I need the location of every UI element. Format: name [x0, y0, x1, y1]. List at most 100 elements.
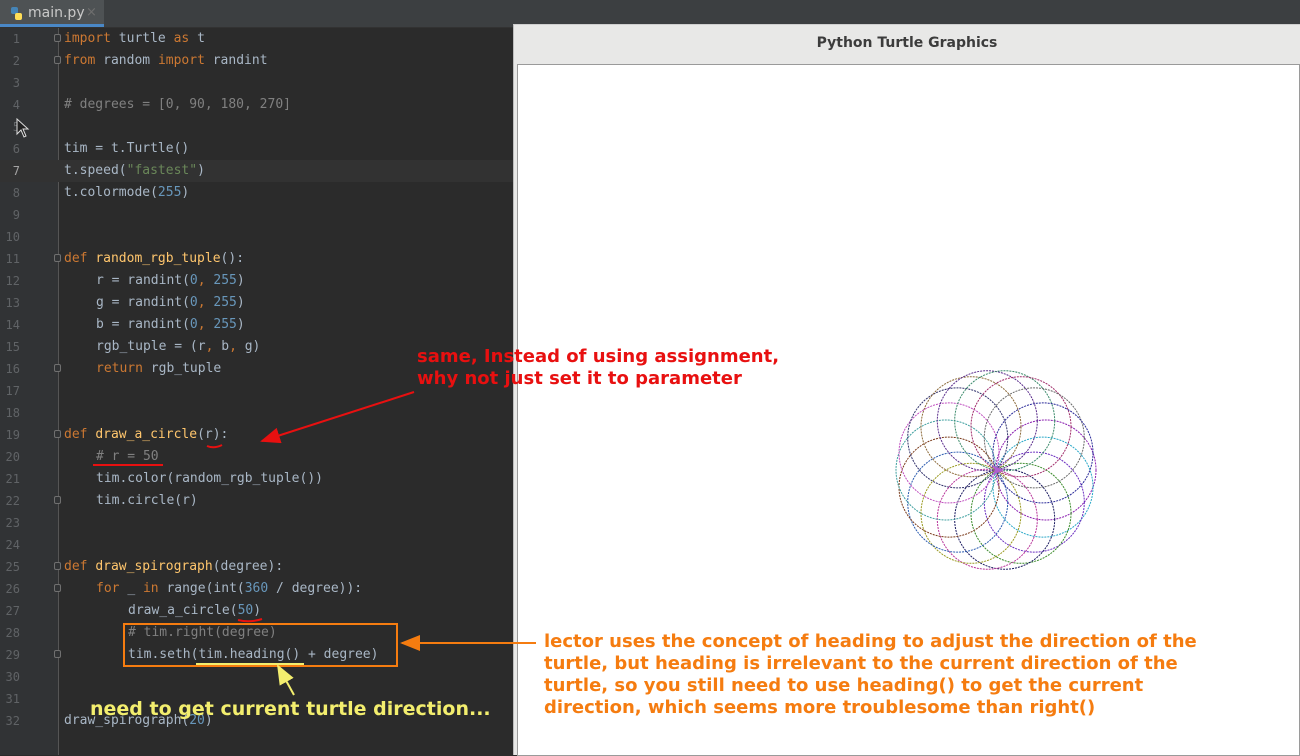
code-line[interactable]: 29 tim.seth(tim.heading() + degree) — [0, 644, 513, 666]
line-number: 3 — [12, 76, 20, 90]
line-number: 18 — [5, 406, 20, 420]
code-token: tim.seth(tim.heading() + degree) — [128, 647, 379, 662]
code-line[interactable]: 30 — [0, 666, 513, 688]
code-text: rgb_tuple = (r, b, g) — [96, 339, 260, 354]
code-token: ) — [236, 317, 245, 332]
code-token: t.colormode( — [64, 185, 158, 200]
line-number: 29 — [5, 648, 20, 662]
code-line[interactable]: 14 b = randint(0, 255) — [0, 314, 513, 336]
code-token: ) — [236, 273, 245, 288]
code-token: (): — [220, 251, 245, 266]
line-number: 2 — [12, 54, 20, 68]
line-number: 31 — [5, 692, 20, 706]
line-number: 23 — [5, 516, 20, 530]
tab-close-icon[interactable]: × — [86, 5, 97, 20]
code-line[interactable]: 13 g = randint(0, 255) — [0, 292, 513, 314]
code-line[interactable]: 18 — [0, 402, 513, 424]
code-token: in — [142, 581, 167, 596]
code-line[interactable]: 1 import turtle as t — [0, 28, 513, 50]
code-token: random — [95, 53, 158, 68]
code-token: 255 — [213, 273, 237, 288]
code-line[interactable]: 4 # degrees = [0, 90, 180, 270] — [0, 94, 513, 116]
fold-marker-icon[interactable] — [54, 254, 61, 262]
annotation-orange-line: lector uses the concept of heading to ad… — [544, 631, 1197, 652]
code-line[interactable]: 8 t.colormode(255) — [0, 182, 513, 204]
code-line[interactable]: 6 tim = t.Turtle() — [0, 138, 513, 160]
code-token: 0 — [189, 295, 198, 310]
code-token: ) — [236, 295, 245, 310]
code-line[interactable]: 22 tim.circle(r) — [0, 490, 513, 512]
code-line[interactable]: 9 — [0, 204, 513, 226]
code-line[interactable]: 21 tim.color(random_rgb_tuple()) — [0, 468, 513, 490]
code-line[interactable]: 26 for _ in range(int(360 / degree)): — [0, 578, 513, 600]
code-token: t — [189, 31, 205, 46]
code-line[interactable]: 10 — [0, 226, 513, 248]
line-number: 14 — [5, 318, 20, 332]
line-number: 6 — [12, 142, 20, 156]
code-token: , — [205, 339, 222, 354]
line-number: 20 — [5, 450, 20, 464]
python-file-icon — [11, 7, 22, 20]
code-token: draw_a_circle — [95, 427, 198, 442]
code-text: # tim.right(degree) — [128, 625, 277, 640]
code-line[interactable]: 11 def random_rgb_tuple(): — [0, 248, 513, 270]
code-token: 255 — [213, 317, 237, 332]
code-token: g) — [244, 339, 261, 354]
fold-marker-icon[interactable] — [54, 650, 61, 658]
code-line[interactable]: 7 t.speed("fastest") — [0, 160, 513, 182]
code-text: tim.circle(r) — [96, 493, 198, 508]
code-token: 50 — [237, 603, 254, 618]
code-token: random_rgb_tuple — [95, 251, 221, 266]
code-line[interactable]: 19 def draw_a_circle(r): — [0, 424, 513, 446]
code-token: as — [173, 31, 190, 46]
line-number: 13 — [5, 296, 20, 310]
fold-marker-icon[interactable] — [54, 562, 61, 570]
code-line[interactable]: 3 — [0, 72, 513, 94]
code-token: ) — [197, 163, 205, 178]
code-text: def draw_a_circle(r): — [64, 427, 228, 442]
code-line[interactable]: 5 — [0, 116, 513, 138]
line-number: 30 — [5, 670, 20, 684]
code-line[interactable]: 20 # r = 50 — [0, 446, 513, 468]
code-text: b = randint(0, 255) — [96, 317, 245, 332]
code-line[interactable]: 28 # tim.right(degree) — [0, 622, 513, 644]
code-token: rgb_tuple = (r — [96, 339, 206, 354]
fold-marker-icon[interactable] — [54, 430, 61, 438]
code-token: # degrees = [0, 90, 180, 270] — [64, 97, 291, 112]
fold-marker-icon[interactable] — [54, 34, 61, 42]
code-token: tim = t.Turtle() — [64, 141, 190, 156]
fold-marker-icon[interactable] — [54, 584, 61, 592]
line-number: 27 — [5, 604, 20, 618]
fold-marker-icon[interactable] — [54, 364, 61, 372]
code-token: range(int( — [166, 581, 245, 596]
code-token: 0 — [189, 317, 198, 332]
code-token: turtle — [110, 31, 174, 46]
code-token: / degree)): — [268, 581, 363, 596]
code-text: import turtle as t — [64, 31, 205, 46]
code-line[interactable]: 12 r = randint(0, 255) — [0, 270, 513, 292]
tab-main-py[interactable]: main.py × — [0, 0, 104, 27]
fold-marker-icon[interactable] — [54, 496, 61, 504]
annotation-orange: lector uses the concept of heading to ad… — [544, 631, 1197, 719]
code-text: return rgb_tuple — [96, 361, 221, 376]
line-number: 10 — [5, 230, 20, 244]
code-line[interactable]: 24 — [0, 534, 513, 556]
code-line[interactable]: 25 def draw_spirograph(degree): — [0, 556, 513, 578]
code-token: randint — [204, 53, 268, 68]
fold-marker-icon[interactable] — [54, 56, 61, 64]
line-number: 32 — [5, 714, 20, 728]
code-line[interactable]: 27 draw_a_circle(50) — [0, 600, 513, 622]
code-token: draw_spirograph — [95, 559, 213, 574]
code-text: def random_rgb_tuple(): — [64, 251, 244, 266]
code-text: # r = 50 — [96, 449, 159, 464]
code-token: tim.circle(r) — [96, 493, 198, 508]
code-line[interactable]: 2 from random import randint — [0, 50, 513, 72]
line-number: 7 — [12, 164, 20, 178]
code-token: 255 — [157, 185, 182, 200]
line-number: 26 — [5, 582, 20, 596]
code-line[interactable]: 23 — [0, 512, 513, 534]
code-token: ) — [253, 603, 262, 618]
line-number: 17 — [5, 384, 20, 398]
line-number: 4 — [12, 98, 20, 112]
code-token: def — [64, 559, 96, 574]
